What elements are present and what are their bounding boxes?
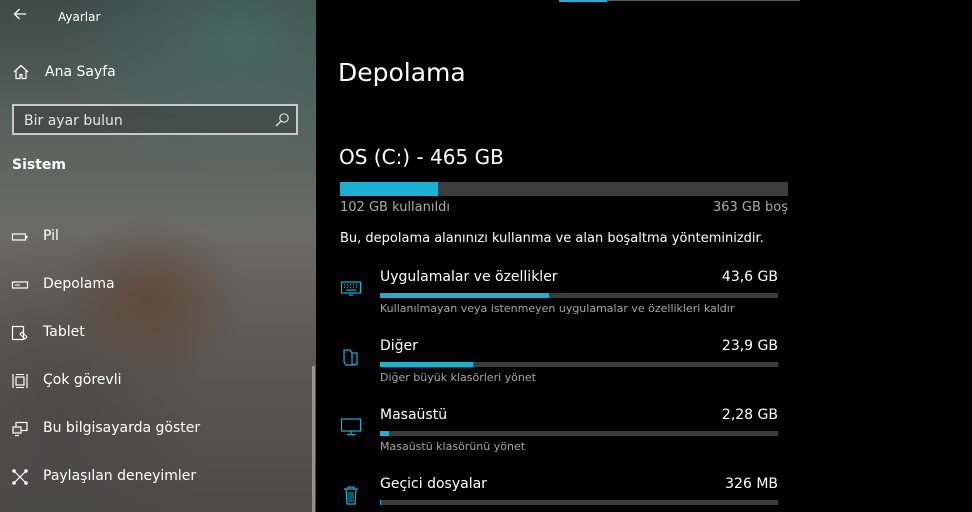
- trash-icon: [344, 486, 358, 505]
- sidebar-item-shared-experiences[interactable]: Paylaşılan deneyimler: [0, 460, 316, 494]
- search-input[interactable]: [14, 106, 276, 135]
- category-name: Diğer: [380, 338, 418, 354]
- category-usage-bar: [380, 500, 778, 505]
- category-name: Masaüstü: [380, 407, 448, 423]
- category-desktop[interactable]: Masaüstü 2,28 GB Masaüstü klasörünü yöne…: [316, 407, 972, 467]
- category-usage-fill: [380, 431, 389, 436]
- section-heading: Sistem: [12, 157, 66, 173]
- storage-page: Depolama OS (C:) - 465 GB 102 GB kullanı…: [316, 0, 972, 512]
- search-box[interactable]: [12, 104, 298, 135]
- title-bar: Ayarlar: [0, 0, 316, 34]
- sidebar-item-project[interactable]: Bu bilgisayarda göster: [0, 412, 316, 446]
- project-screen-icon: [12, 421, 28, 437]
- battery-icon: [11, 233, 28, 241]
- category-size: 43,6 GB: [721, 269, 778, 285]
- sidebar-item-label: Çok görevli: [43, 372, 122, 388]
- apps-keyboard-icon: [340, 281, 362, 296]
- desktop-monitor-icon: [340, 418, 362, 436]
- sidebar-item-label: Bu bilgisayarda göster: [43, 420, 201, 436]
- sidebar-item-multitasking[interactable]: Çok görevli: [0, 364, 316, 398]
- storage-drive-icon: [11, 281, 29, 289]
- category-apps[interactable]: Uygulamalar ve özellikler 43,6 GB Kullan…: [316, 269, 972, 329]
- storage-description: Bu, depolama alanınızı kullanma ve alan …: [340, 231, 764, 246]
- arrow-left-icon: [13, 8, 26, 20]
- sidebar-item-label: Tablet: [43, 324, 85, 340]
- settings-sidebar: Ayarlar Ana Sayfa Sistem Pil Depolama: [0, 0, 316, 512]
- drive-usage-fill: [340, 182, 439, 196]
- drive-usage-bar: [340, 182, 788, 196]
- free-space-label: 363 GB boş: [712, 200, 788, 215]
- sidebar-item-storage[interactable]: Depolama: [0, 268, 316, 302]
- sidebar-item-label: Depolama: [43, 276, 115, 292]
- sidebar-item-label: Pil: [43, 228, 59, 244]
- category-name: Geçici dosyalar: [380, 476, 487, 492]
- home-nav-item[interactable]: Ana Sayfa: [0, 58, 316, 88]
- category-subtitle: Diğer büyük klasörleri yönet: [380, 371, 536, 384]
- category-usage-bar: [380, 431, 778, 436]
- other-folder-icon: [343, 349, 358, 366]
- category-size: 23,9 GB: [721, 338, 778, 354]
- search-icon[interactable]: [274, 112, 290, 128]
- back-button[interactable]: [10, 6, 30, 26]
- category-temp-files[interactable]: Geçici dosyalar 326 MB: [316, 476, 972, 512]
- category-usage-fill: [380, 293, 550, 298]
- category-size: 326 MB: [725, 476, 778, 492]
- used-space-label: 102 GB kullanıldı: [340, 200, 450, 215]
- sidebar-item-battery[interactable]: Pil: [0, 220, 316, 254]
- category-size: 2,28 GB: [721, 407, 778, 423]
- multitasking-icon: [12, 374, 28, 388]
- category-other[interactable]: Diğer 23,9 GB Diğer büyük klasörleri yön…: [316, 338, 972, 398]
- category-name: Uygulamalar ve özellikler: [380, 269, 558, 285]
- app-title: Ayarlar: [58, 10, 101, 24]
- shared-experiences-icon: [12, 469, 28, 485]
- category-usage-fill: [380, 362, 474, 367]
- page-title: Depolama: [338, 58, 466, 87]
- category-usage-bar: [380, 362, 778, 367]
- top-accent-indicator: [559, 0, 607, 2]
- sidebar-item-label: Paylaşılan deneyimler: [43, 468, 197, 484]
- category-subtitle: Kullanılmayan veya istenmeyen uygulamala…: [380, 302, 735, 315]
- home-icon: [13, 64, 29, 80]
- category-usage-bar: [380, 293, 778, 298]
- drive-title[interactable]: OS (C:) - 465 GB: [339, 145, 504, 169]
- sidebar-item-tablet[interactable]: Tablet: [0, 316, 316, 350]
- sidebar-scrollbar[interactable]: [312, 366, 315, 512]
- home-label: Ana Sayfa: [45, 64, 116, 80]
- tablet-icon: [11, 325, 28, 341]
- category-usage-fill: [380, 500, 382, 505]
- category-subtitle: Masaüstü klasörünü yönet: [380, 440, 526, 453]
